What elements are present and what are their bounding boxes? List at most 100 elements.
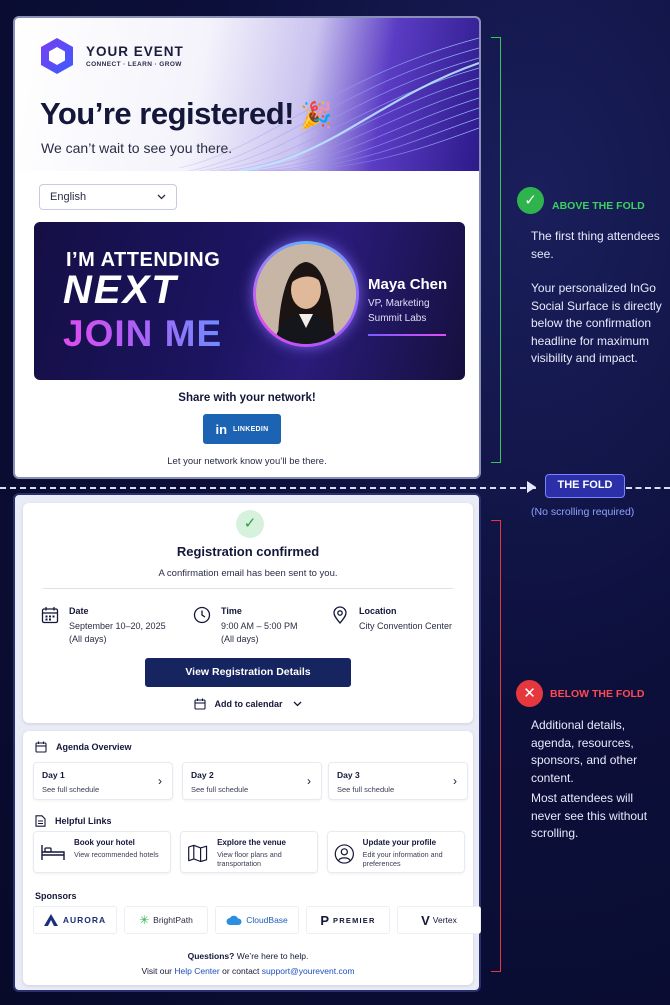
link-sub: Edit your information and preferences [362, 850, 443, 868]
fold-line-right [626, 487, 670, 489]
share-title: Share with your network! [178, 392, 316, 404]
document-icon [35, 815, 46, 827]
link-title: Explore the venue [217, 838, 287, 847]
aurora-logo-icon [43, 914, 58, 926]
below-fold-panel: ✓ Registration confirmed A confirmation … [13, 493, 481, 992]
sponsors-header: Sponsors [35, 891, 77, 901]
linkedin-share-button[interactable]: in LINKEDIN [203, 414, 281, 444]
link-sub: View recommended hotels [74, 850, 159, 859]
contact-visit: Visit our [141, 966, 175, 976]
book-hotel-link[interactable]: Book your hotel View recommended hotels [33, 831, 171, 873]
hero-subtitle: We can’t wait to see you there. [41, 140, 233, 156]
premier-logo-icon: P [320, 912, 330, 928]
update-profile-link[interactable]: Update your profile Edit your informatio… [327, 831, 465, 873]
attendee-avatar [253, 241, 359, 347]
above-fold-bracket [491, 37, 501, 463]
below-fold-text-1: Additional details, agenda, resources, s… [531, 718, 638, 785]
sponsor-brightpath[interactable]: ✳ BrightPath [124, 906, 208, 934]
success-check-icon: ✓ [236, 510, 264, 538]
help-center-link[interactable]: Help Center [174, 966, 219, 976]
share-note: Let your network know you’ll be there. [167, 456, 327, 467]
day-label: Day 1 [42, 770, 65, 780]
explore-venue-link[interactable]: Explore the venue View floor plans and t… [180, 831, 318, 873]
agenda-calendar-icon [35, 741, 47, 753]
time-note: (All days) [221, 634, 259, 644]
sponsor-name: Vertex [432, 915, 457, 925]
chevron-down-icon [293, 701, 301, 707]
divider [43, 588, 453, 589]
below-fold-title: BELOW THE FOLD [550, 688, 645, 700]
fold-note: (No scrolling required) [531, 506, 635, 518]
above-fold-title: ABOVE THE FOLD [552, 200, 645, 212]
confirmation-card: ✓ Registration confirmed A confirmation … [23, 503, 473, 723]
sponsor-name: BrightPath [153, 915, 193, 925]
sponsor-cloudbase[interactable]: CloudBase [215, 906, 299, 934]
calendar-icon [41, 607, 59, 624]
chevron-right-icon: › [307, 774, 311, 788]
above-fold-text-1: The first thing attendees see. [531, 229, 660, 261]
brand: YOUR EVENT CONNECT · LEARN · GROW [39, 37, 184, 75]
attendee-name: Maya Chen [368, 276, 448, 293]
view-registration-button[interactable]: View Registration Details [145, 658, 351, 687]
agenda-day-1[interactable]: Day 1 See full schedule › [33, 762, 173, 800]
page-title: You’re registered! 🎉 [40, 96, 332, 132]
day-label: Day 2 [191, 770, 214, 780]
link-title: Update your profile [362, 838, 437, 847]
hero-header: YOUR EVENT CONNECT · LEARN · GROW You’re… [15, 18, 479, 171]
agenda-day-2[interactable]: Day 2 See full schedule › [182, 762, 322, 800]
agenda-header: Agenda Overview [35, 741, 132, 753]
calendar-small-icon [194, 698, 207, 710]
sponsor-name: AURORA [62, 915, 107, 925]
clock-icon [193, 606, 211, 624]
helpful-links-header: Helpful Links [35, 815, 112, 827]
confirmation-title: Registration confirmed [176, 544, 320, 559]
contact-or: or contact [219, 966, 262, 976]
fold-arrow-icon [527, 481, 536, 493]
brightpath-logo-icon: ✳ [139, 913, 150, 927]
confirmation-subtitle: A confirmation email has been sent to yo… [158, 568, 338, 579]
sponsor-aurora[interactable]: AURORA [33, 906, 117, 934]
attendee-photo [256, 244, 356, 344]
day-sub: See full schedule [337, 785, 395, 794]
fold-badge: THE FOLD [545, 474, 625, 498]
brand-logo-icon [41, 38, 73, 74]
social-share-banner: I’M ATTENDING NEXT JOIN ME Maya Chen VP,… [34, 222, 465, 380]
x-circle-icon: ✕ [516, 680, 543, 707]
support-email-link[interactable]: support@yourevent.com [262, 966, 355, 976]
chevron-right-icon: › [158, 774, 162, 788]
add-to-calendar[interactable]: Add to calendar [23, 698, 473, 710]
cloud-icon [226, 915, 242, 925]
user-circle-icon [334, 844, 354, 864]
sponsor-vertex[interactable]: V Vertex [397, 906, 481, 934]
location-info: Location City Convention Center [331, 606, 452, 633]
time-value: 9:00 AM – 5:00 PM [221, 621, 298, 631]
banner-event-logo-text: NEXT [63, 268, 178, 312]
link-title: Book your hotel [74, 838, 135, 847]
helpful-links-title: Helpful Links [55, 816, 112, 826]
agenda-day-3[interactable]: Day 3 See full schedule › [328, 762, 468, 800]
language-select[interactable]: English [39, 184, 177, 210]
brand-tagline: CONNECT · LEARN · GROW [86, 61, 182, 68]
below-fold-bracket [491, 520, 501, 972]
sponsors-title: Sponsors [35, 891, 77, 901]
attendee-company: Summit Labs [368, 313, 427, 324]
day-label: Day 3 [337, 770, 360, 780]
day-sub: See full schedule [42, 785, 100, 794]
sponsor-name: PREMIER [333, 915, 376, 925]
location-label: Location [359, 606, 397, 616]
time-info: Time 9:00 AM – 5:00 PM (All days) [193, 606, 298, 646]
help-question-bold: Questions? [187, 951, 235, 961]
page-title-text: You’re registered! [40, 96, 295, 131]
date-note: (All days) [69, 634, 107, 644]
map-icon [188, 844, 208, 863]
below-fold-text-2: Most attendees will never see this witho… [531, 791, 648, 840]
contact-line: Visit our Help Center or contact support… [23, 966, 473, 976]
above-fold-text-2: Your personalized InGo Social Surface is… [531, 281, 662, 365]
location-value: City Convention Center [359, 621, 453, 631]
party-popper-icon: 🎉 [300, 100, 332, 130]
details-card: Agenda Overview Day 1 See full schedule … [23, 731, 481, 985]
above-fold-panel: YOUR EVENT CONNECT · LEARN · GROW You’re… [13, 16, 481, 479]
banner-join-text: JOIN ME [63, 313, 223, 354]
linkedin-button-label: LINKEDIN [233, 425, 269, 433]
sponsor-premier[interactable]: P PREMIER [306, 906, 390, 934]
